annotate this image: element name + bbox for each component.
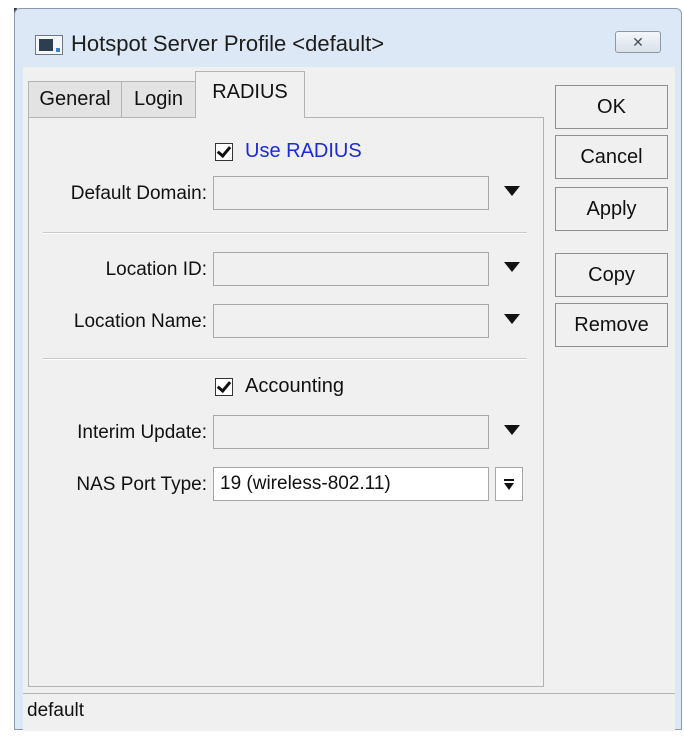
accounting-label[interactable]: Accounting: [245, 375, 344, 398]
dialog-client-area: General Login RADIUS Use RADIUS Default …: [23, 67, 675, 731]
accounting-checkbox[interactable]: [215, 378, 233, 396]
location-name-dropdown-icon[interactable]: [502, 308, 522, 328]
location-name-label: Location Name:: [73, 311, 207, 332]
dialog-window: Hotspot Server Profile <default> ✕ Gener…: [14, 8, 682, 731]
interim-update-dropdown-icon[interactable]: [502, 419, 522, 439]
remove-button[interactable]: Remove: [555, 303, 668, 347]
close-icon: ✕: [632, 34, 644, 50]
tab-general[interactable]: General: [28, 81, 122, 117]
separator: [43, 358, 527, 360]
window-title: Hotspot Server Profile <default>: [71, 31, 385, 56]
arrow-down-icon: [504, 483, 514, 490]
status-bar: default: [23, 693, 675, 731]
cancel-button[interactable]: Cancel: [555, 135, 668, 179]
interim-update-field[interactable]: [213, 415, 489, 449]
apply-button[interactable]: Apply: [555, 187, 668, 231]
ok-button[interactable]: OK: [555, 85, 668, 129]
location-id-field[interactable]: [213, 252, 489, 286]
use-radius-label[interactable]: Use RADIUS: [245, 140, 362, 163]
status-text: default: [27, 700, 85, 721]
tab-login[interactable]: Login: [121, 81, 196, 117]
nas-port-type-select[interactable]: 19 (wireless-802.11): [213, 467, 489, 501]
radius-panel: Use RADIUS Default Domain: Location ID: …: [28, 117, 544, 687]
location-id-label: Location ID:: [105, 259, 207, 280]
app-icon: [35, 35, 63, 55]
default-domain-field[interactable]: [213, 176, 489, 210]
location-id-dropdown-icon[interactable]: [502, 256, 522, 276]
nas-port-type-label: NAS Port Type:: [76, 474, 207, 495]
title-bar[interactable]: Hotspot Server Profile <default> ✕: [15, 9, 681, 67]
separator: [43, 232, 527, 234]
dropdown-bar-icon: [504, 479, 514, 481]
close-button[interactable]: ✕: [615, 31, 661, 53]
default-domain-dropdown-icon[interactable]: [502, 180, 522, 200]
copy-button[interactable]: Copy: [555, 253, 668, 297]
default-domain-label: Default Domain:: [70, 183, 207, 204]
tab-radius[interactable]: RADIUS: [195, 71, 305, 118]
nas-port-type-dropdown-button[interactable]: [495, 467, 523, 501]
location-name-field[interactable]: [213, 304, 489, 338]
interim-update-label: Interim Update:: [77, 422, 207, 443]
use-radius-checkbox[interactable]: [215, 143, 233, 161]
